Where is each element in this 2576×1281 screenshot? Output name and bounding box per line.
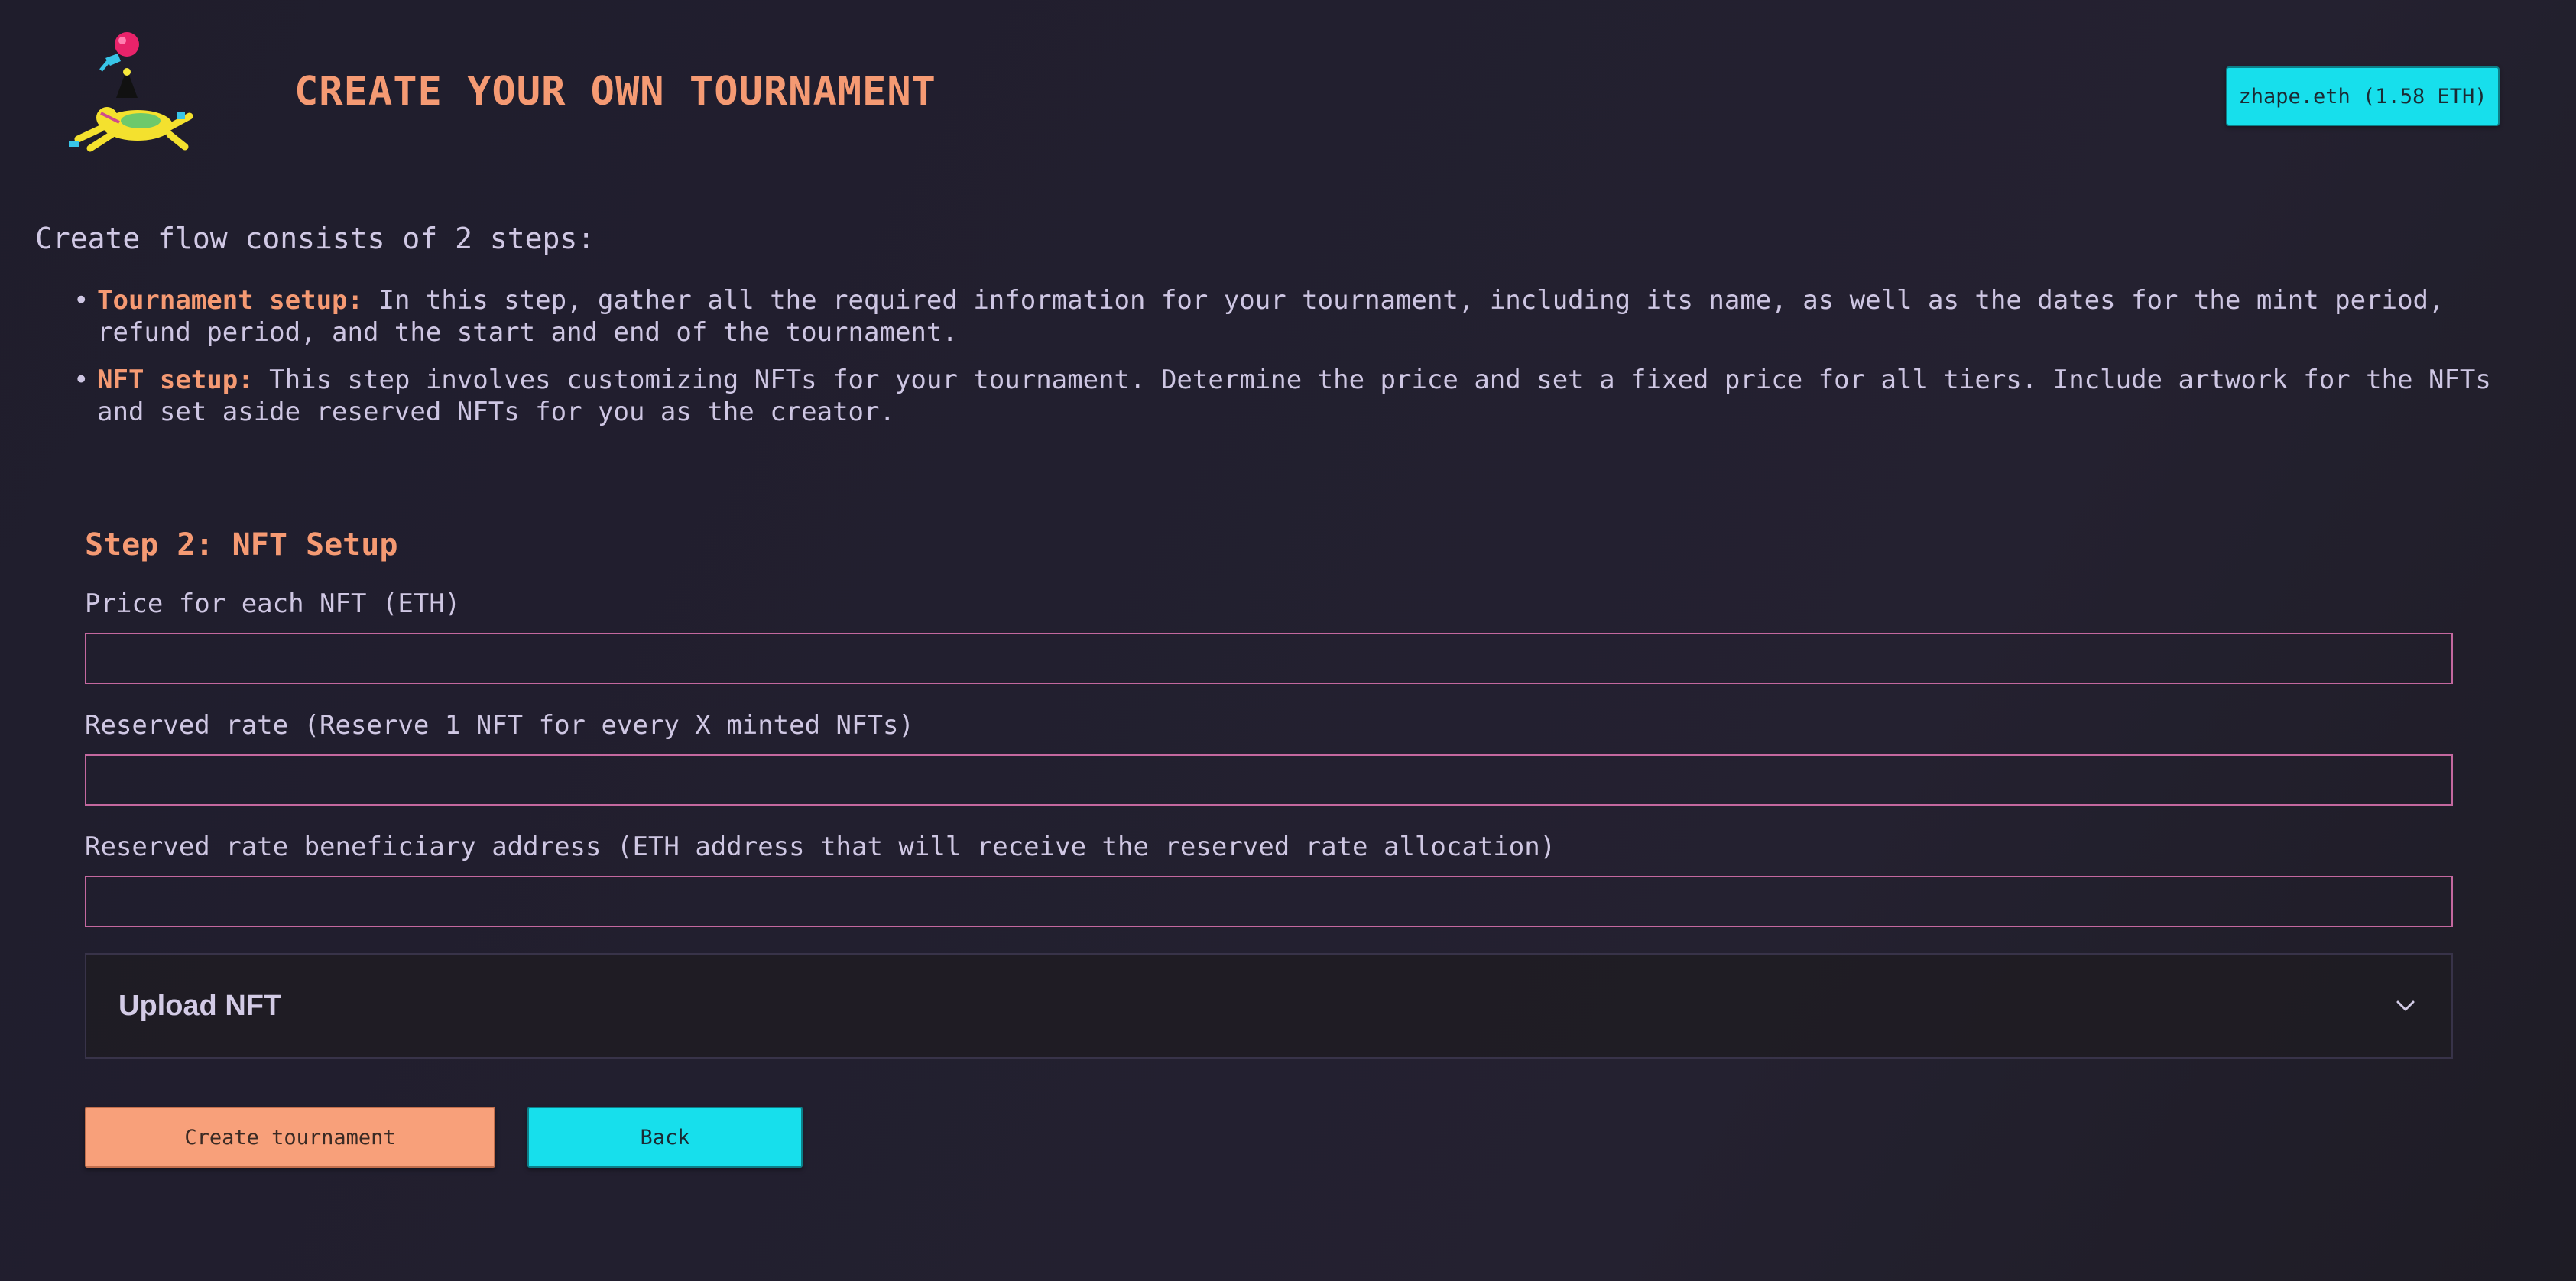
form-actions: Create tournament Back — [85, 1107, 803, 1168]
upload-nft-label: Upload NFT — [118, 989, 282, 1022]
price-label: Price for each NFT (ETH) — [85, 589, 461, 619]
bullet: • — [73, 285, 89, 316]
price-input[interactable] — [85, 633, 2453, 684]
nft-setup-form: Step 2: NFT Setup Price for each NFT (ET… — [85, 527, 2453, 1059]
step-title: Step 2: NFT Setup — [85, 527, 398, 563]
create-tournament-button[interactable]: Create tournament — [85, 1107, 495, 1168]
list-item: • Tournament setup: In this step, gather… — [73, 284, 2542, 349]
steps-list: • Tournament setup: In this step, gather… — [73, 284, 2542, 443]
upload-nft-accordion[interactable]: Upload NFT — [85, 953, 2453, 1059]
wallet-button[interactable]: zhape.eth (1.58 ETH) — [2226, 66, 2500, 126]
step-description: This step involves customizing NFTs for … — [97, 365, 2491, 427]
chevron-down-icon[interactable] — [2392, 992, 2419, 1020]
bullet: • — [73, 365, 89, 395]
header: CREATE YOUR OWN TOURNAMENT zhape.eth (1.… — [0, 0, 2576, 191]
list-item: • NFT setup: This step involves customiz… — [73, 364, 2542, 428]
beneficiary-address-label: Reserved rate beneficiary address (ETH a… — [85, 832, 1556, 862]
tournament-logo[interactable] — [55, 28, 200, 157]
back-button[interactable]: Back — [527, 1107, 803, 1168]
page-title: CREATE YOUR OWN TOURNAMENT — [294, 69, 936, 115]
step-term: Tournament setup: — [97, 285, 363, 316]
reserved-rate-label: Reserved rate (Reserve 1 NFT for every X… — [85, 710, 914, 741]
step-description: In this step, gather all the required in… — [97, 285, 2445, 348]
intro-text: Create flow consists of 2 steps: — [35, 222, 595, 255]
beneficiary-address-input[interactable] — [85, 876, 2453, 927]
reserved-rate-input[interactable] — [85, 754, 2453, 806]
step-term: NFT setup: — [97, 365, 254, 395]
